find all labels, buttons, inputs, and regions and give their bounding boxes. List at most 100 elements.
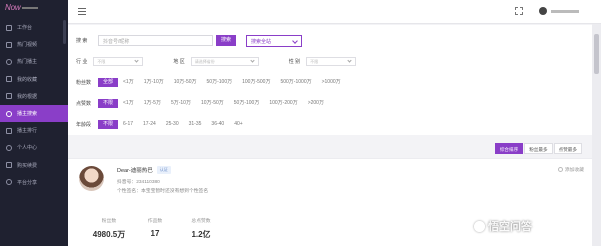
industry-select[interactable]: 不限 [93, 57, 144, 66]
top-header [68, 0, 601, 24]
stat-value: 1.2亿 [191, 230, 211, 239]
sidebar-item-label: 购买续费 [17, 162, 38, 169]
filter-option[interactable]: 100万-200万 [264, 99, 302, 108]
stat-label: 作品数 [147, 219, 163, 224]
filter-options: 不限 6-17 17-24 25-30 31-35 36-40 40+ [98, 120, 248, 129]
filter-option[interactable]: 500万-1000万 [275, 78, 316, 87]
sidebar-item-favorites[interactable]: 我的收藏 [0, 71, 68, 88]
watermark-text: 悟空问答 [488, 221, 532, 233]
person-icon [6, 144, 12, 151]
sidebar-item-creator-ranking[interactable]: 播主排行 [0, 122, 68, 139]
chevron-down-icon [250, 58, 255, 63]
filter-option[interactable]: 10万-50万 [196, 99, 229, 108]
sidebar-item-purchase[interactable]: 购买续费 [0, 157, 68, 174]
creator-name[interactable]: Dear-迪丽热巴 [117, 166, 153, 174]
watermark-logo-icon [474, 220, 485, 232]
page-scrollbar[interactable] [592, 24, 601, 246]
stat-label: 总点赞数 [191, 219, 211, 224]
hamburger-menu-icon[interactable] [78, 8, 86, 15]
filter-row-followers: 粉丝数 全部 <1万 1万-10万 10万-50万 50万-100万 100万-… [76, 72, 582, 93]
search-icon [6, 110, 12, 117]
filter-option[interactable]: 40+ [229, 120, 247, 129]
gender-select[interactable]: 不限 [306, 57, 357, 66]
sidebar-item-share[interactable]: 平台分享 [0, 174, 68, 191]
filter-option[interactable]: 1万-10万 [139, 78, 169, 87]
filter-option[interactable]: 31-35 [184, 120, 207, 129]
filter-option[interactable]: 6-17 [118, 120, 138, 129]
filter-label: 年龄段 [76, 122, 92, 128]
add-favorite-button[interactable]: 添加收藏 [557, 166, 584, 173]
creator-stats: 粉丝数 4980.5万 作品数 17 总点赞数 1.2亿 [86, 217, 224, 240]
stat-followers: 粉丝数 4980.5万 [86, 217, 132, 240]
filter-label: 点赞数 [76, 101, 92, 107]
filter-row-age: 年龄段 不限 6-17 17-24 25-30 31-35 36-40 40+ [76, 114, 582, 135]
scrollbar-thumb[interactable] [594, 34, 599, 74]
gender-label: 性 别 [288, 59, 301, 65]
filter-panel: 搜 索 抖音号/昵称 搜索 搜索全站 行 业 不限 地 区 请选择省份 性 别 … [68, 25, 592, 159]
stat-likes: 总点赞数 1.2亿 [178, 217, 224, 240]
stat-value: 4980.5万 [92, 230, 126, 239]
sidebar-item-profile[interactable]: 个人中心 [0, 139, 68, 156]
dropdown-row: 行 业 不限 地 区 请选择省份 性 别 不限 [76, 51, 582, 72]
sidebar-item-creator-search[interactable]: 播主搜索 [0, 104, 68, 123]
filter-option-selected[interactable]: 不限 [98, 99, 119, 108]
user-icon [6, 58, 12, 65]
filter-row-likes: 点赞数 不限 <1万 1万-5万 5万-10万 10万-50万 50万-100万… [76, 93, 582, 114]
search-button[interactable]: 搜索 [216, 35, 236, 46]
filter-option[interactable]: <1万 [118, 78, 139, 87]
chevron-down-icon [134, 58, 140, 63]
sort-bar: 综合排序 粉丝最多 点赞最多 [494, 143, 582, 154]
sidebar-item-workbench[interactable]: 工作台 [0, 19, 68, 36]
sidebar-item-label: 我的收藏 [17, 76, 38, 83]
sort-button-likes[interactable]: 点赞最多 [553, 143, 582, 154]
gender-filter: 性 别 不限 [288, 57, 357, 66]
cart-icon [6, 162, 12, 169]
creator-account-id: 抖音号：234110380 [117, 180, 160, 185]
sidebar-scrollbar[interactable] [63, 20, 66, 44]
filter-option[interactable]: 50万-100万 [229, 99, 265, 108]
avatar[interactable] [79, 166, 104, 191]
filter-options: 全部 <1万 1万-10万 10万-50万 50万-100万 100万-500万… [98, 78, 346, 87]
search-row: 搜 索 抖音号/昵称 搜索 搜索全站 [76, 30, 582, 51]
search-scope-select[interactable]: 搜索全站 [246, 34, 302, 47]
filter-option[interactable]: 100万-500万 [237, 78, 275, 87]
filter-option[interactable]: 36-40 [206, 120, 229, 129]
filter-option-selected[interactable]: 全部 [98, 78, 119, 87]
sidebar-item-hot-videos[interactable]: 热门视频 [0, 36, 68, 53]
filter-option[interactable]: >200万 [303, 99, 329, 108]
filter-option[interactable]: 17-24 [138, 120, 161, 129]
search-input[interactable]: 抖音号/昵称 [98, 35, 213, 46]
sidebar-item-label: 工作台 [17, 25, 33, 32]
industry-value: 不限 [97, 59, 106, 64]
filter-option[interactable]: >1000万 [317, 78, 346, 87]
filter-option[interactable]: 25-30 [161, 120, 184, 129]
filter-option[interactable]: <1万 [118, 99, 139, 108]
stat-works: 作品数 17 [132, 217, 178, 240]
filter-options: 不限 <1万 1万-5万 5万-10万 10万-50万 50万-100万 100… [98, 99, 329, 108]
sidebar-nav: 工作台 热门视频 热门播主 我的收藏 我的根据 播主搜索 播主排行 个人中心 购… [0, 19, 68, 191]
search-label: 搜 索 [76, 38, 88, 44]
sidebar-item-tracking[interactable]: 我的根据 [0, 88, 68, 105]
chevron-down-icon [347, 58, 352, 63]
region-select[interactable]: 请选择省份 [190, 57, 259, 66]
chart-icon [6, 93, 12, 100]
dashboard-icon [6, 24, 12, 31]
logo-underline [22, 6, 39, 9]
filter-option[interactable]: 5万-10万 [166, 99, 196, 108]
app-logo[interactable]: Now [0, 0, 68, 19]
share-icon [6, 179, 12, 186]
sidebar-item-label: 个人中心 [17, 145, 38, 152]
filter-option-selected[interactable]: 不限 [98, 120, 119, 129]
sort-button-overall[interactable]: 综合排序 [494, 143, 524, 154]
sidebar-item-hot-creators[interactable]: 热门播主 [0, 53, 68, 70]
filter-option[interactable]: 10万-50万 [169, 78, 202, 87]
sort-button-followers[interactable]: 粉丝最多 [524, 143, 553, 154]
filter-option[interactable]: 1万-5万 [139, 99, 166, 108]
stat-label: 粉丝数 [101, 219, 117, 224]
filter-option[interactable]: 50万-100万 [202, 78, 238, 87]
creator-signature: 个性签名：本宝宝暂时还没有想到个性签名 [117, 189, 209, 194]
fullscreen-icon[interactable] [515, 7, 523, 15]
user-menu[interactable] [539, 7, 579, 15]
region-label: 地 区 [173, 59, 185, 65]
chevron-down-icon [292, 37, 298, 44]
